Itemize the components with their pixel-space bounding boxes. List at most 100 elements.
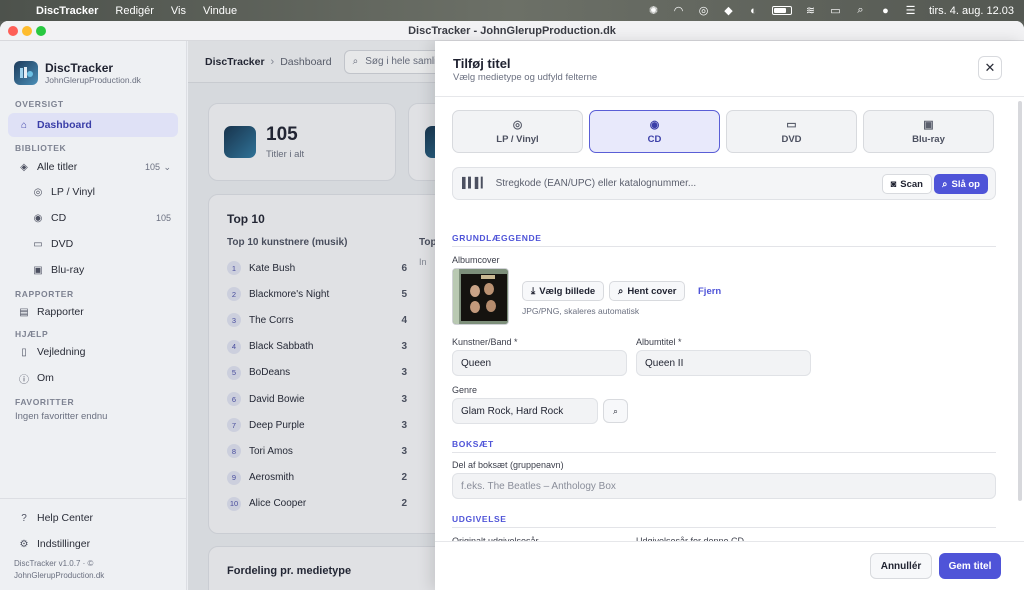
fetch-cover-label: Hent cover: [627, 285, 677, 297]
search-icon[interactable]: ⌕: [854, 4, 867, 16]
app-window: DiscTracker - JohnGlerupProduction.dk Di…: [0, 21, 1024, 590]
artist-label: Kunstner/Band *: [452, 337, 518, 347]
cancel-button[interactable]: Annullér: [870, 553, 932, 579]
home-icon: ⌂: [20, 119, 28, 131]
copyright-text: JohnGlerupProduction.dk: [14, 571, 105, 580]
menu-view[interactable]: Vis: [171, 5, 186, 17]
album-title-label: Albumtitel *: [636, 337, 682, 347]
control-center-icon[interactable]: ☰: [904, 5, 917, 17]
scan-button[interactable]: ◙ Scan: [881, 174, 932, 194]
dvd-icon: ▭: [33, 238, 43, 250]
brand[interactable]: DiscTracker JohnGlerupProduction.dk: [0, 41, 186, 91]
divider: [452, 452, 996, 453]
chevron-down-icon[interactable]: ⌄: [163, 162, 171, 173]
sidebar-item-label: Help Center: [37, 512, 94, 524]
remove-cover-link[interactable]: Fjern: [698, 286, 721, 297]
book-icon: ▯: [21, 346, 27, 358]
panel-scrollbar[interactable]: [1018, 101, 1022, 501]
media-type-bluray[interactable]: ▣ Blu-ray: [863, 110, 994, 153]
dvd-icon: ▭: [786, 119, 797, 131]
sun-icon[interactable]: ✺: [647, 5, 660, 17]
lookup-button[interactable]: ⌕ Slå op: [934, 174, 988, 194]
sidebar-item-cd[interactable]: ◉ CD 105: [0, 205, 186, 231]
media-type-selector: ◎ LP / Vinyl ◉ CD ▭ DVD ▣ Blu-ray: [452, 110, 994, 153]
section-reports: RAPPORTER: [15, 289, 74, 299]
sidebar-item-dashboard[interactable]: ⌂ Dashboard: [8, 113, 178, 137]
sidebar-item-label: Indstillinger: [37, 538, 91, 550]
sidebar-item-all-titles[interactable]: ◈ Alle titler 105 ⌄: [0, 155, 186, 179]
media-type-lp[interactable]: ◎ LP / Vinyl: [452, 110, 583, 153]
boxset-label: Del af boksæt (gruppenavn): [452, 460, 564, 470]
display-icon[interactable]: ▭: [829, 5, 842, 17]
vpn-icon[interactable]: ◐: [747, 5, 760, 17]
count-badge: 105: [144, 162, 160, 172]
panel-footer: Annullér Gem titel: [435, 541, 1024, 590]
choose-image-button[interactable]: ⤓ Vælg billede: [522, 281, 605, 301]
genre-input[interactable]: Glam Rock, Hard Rock: [452, 398, 598, 424]
section-basic: GRUNDLÆGGENDE: [452, 233, 542, 243]
choose-image-label: Vælg billede: [539, 285, 596, 297]
sidebar-item-bluray[interactable]: ▣ Blu-ray: [0, 257, 186, 283]
media-type-dvd[interactable]: ▭ DVD: [726, 110, 857, 153]
sidebar-item-settings[interactable]: ⚙ Indstillinger: [0, 531, 187, 557]
barcode-input[interactable]: ▌▍▌▎ Stregkode (EAN/UPC) eller katalognu…: [452, 167, 996, 200]
sidebar-item-reports[interactable]: ▤ Rapporter: [0, 299, 186, 325]
media-type-label: DVD: [781, 134, 802, 145]
fetch-cover-button[interactable]: ⌕ Hent cover: [609, 281, 686, 301]
sidebar-footer: ? Help Center ⚙ Indstillinger DiscTracke…: [0, 498, 187, 590]
battery-icon[interactable]: [772, 6, 792, 15]
count-badge: 105: [155, 213, 171, 223]
sidebar-item-label: Blu-ray: [51, 264, 85, 276]
section-help: HJÆLP: [15, 329, 49, 339]
sidebar-item-label: CD: [51, 212, 67, 224]
panel-subtitle: Vælg medietype og udfyld felterne: [453, 72, 598, 83]
dropbox-icon[interactable]: ◆: [722, 5, 735, 17]
section-favorites: FAVORITTER: [15, 397, 75, 407]
close-window-button[interactable]: [8, 26, 18, 36]
info-icon: ⓘ: [19, 374, 29, 386]
divider: [452, 246, 996, 247]
lookup-label: Slå op: [951, 178, 980, 190]
vinyl-icon: ◎: [33, 186, 43, 198]
save-title-button[interactable]: Gem titel: [939, 553, 1001, 579]
sidebar-item-lp[interactable]: ◎ LP / Vinyl: [0, 179, 186, 205]
brand-subtitle: JohnGlerupProduction.dk: [45, 75, 141, 85]
brand-name: DiscTracker: [45, 61, 114, 75]
sidebar-item-label: Om: [37, 372, 54, 384]
album-title-input[interactable]: Queen II: [636, 350, 811, 376]
close-icon: ✕: [984, 60, 996, 75]
boxset-input[interactable]: f.eks. The Beatles – Anthology Box: [452, 473, 996, 499]
genre-label: Genre: [452, 385, 478, 395]
media-type-label: CD: [647, 134, 662, 145]
menu-window[interactable]: Vindue: [203, 5, 237, 17]
siri-icon[interactable]: ●: [879, 5, 892, 17]
sidebar-item-label: Alle titler: [37, 161, 78, 173]
wifi-icon[interactable]: ≋: [804, 5, 817, 17]
sidebar-item-dvd[interactable]: ▭ DVD: [0, 231, 186, 257]
genre-search-button[interactable]: ⌕: [603, 399, 628, 423]
version-text: DiscTracker v1.0.7 · ©: [14, 559, 94, 568]
sidebar-item-about[interactable]: ⓘ Om: [0, 365, 186, 391]
arc-icon[interactable]: ◠: [672, 5, 685, 17]
close-button[interactable]: ✕: [978, 56, 1002, 80]
cd-icon: ◉: [33, 212, 43, 224]
album-cover-image: [452, 268, 509, 325]
barcode-icon: ▌▍▌▎: [462, 178, 489, 189]
menu-edit[interactable]: Redigér: [115, 5, 154, 17]
zoom-window-button[interactable]: [36, 26, 46, 36]
sync-icon[interactable]: ◎: [697, 5, 710, 17]
sidebar: DiscTracker JohnGlerupProduction.dk OVER…: [0, 41, 187, 590]
sidebar-item-help-center[interactable]: ? Help Center: [0, 505, 187, 531]
media-type-cd[interactable]: ◉ CD: [589, 110, 720, 153]
report-icon: ▤: [19, 306, 29, 318]
artist-input[interactable]: Queen: [452, 350, 627, 376]
sidebar-item-guide[interactable]: ▯ Vejledning: [0, 339, 186, 365]
clock[interactable]: tirs. 4. aug. 12.03: [929, 5, 1014, 17]
favorites-empty-text: Ingen favoritter endnu: [15, 411, 108, 422]
minimize-window-button[interactable]: [22, 26, 32, 36]
media-type-label: LP / Vinyl: [496, 134, 539, 145]
menu-app[interactable]: DiscTracker: [36, 5, 98, 17]
search-icon: ⌕: [612, 405, 619, 416]
search-icon: ⌕: [942, 178, 948, 190]
search-icon: ⌕: [618, 285, 624, 297]
